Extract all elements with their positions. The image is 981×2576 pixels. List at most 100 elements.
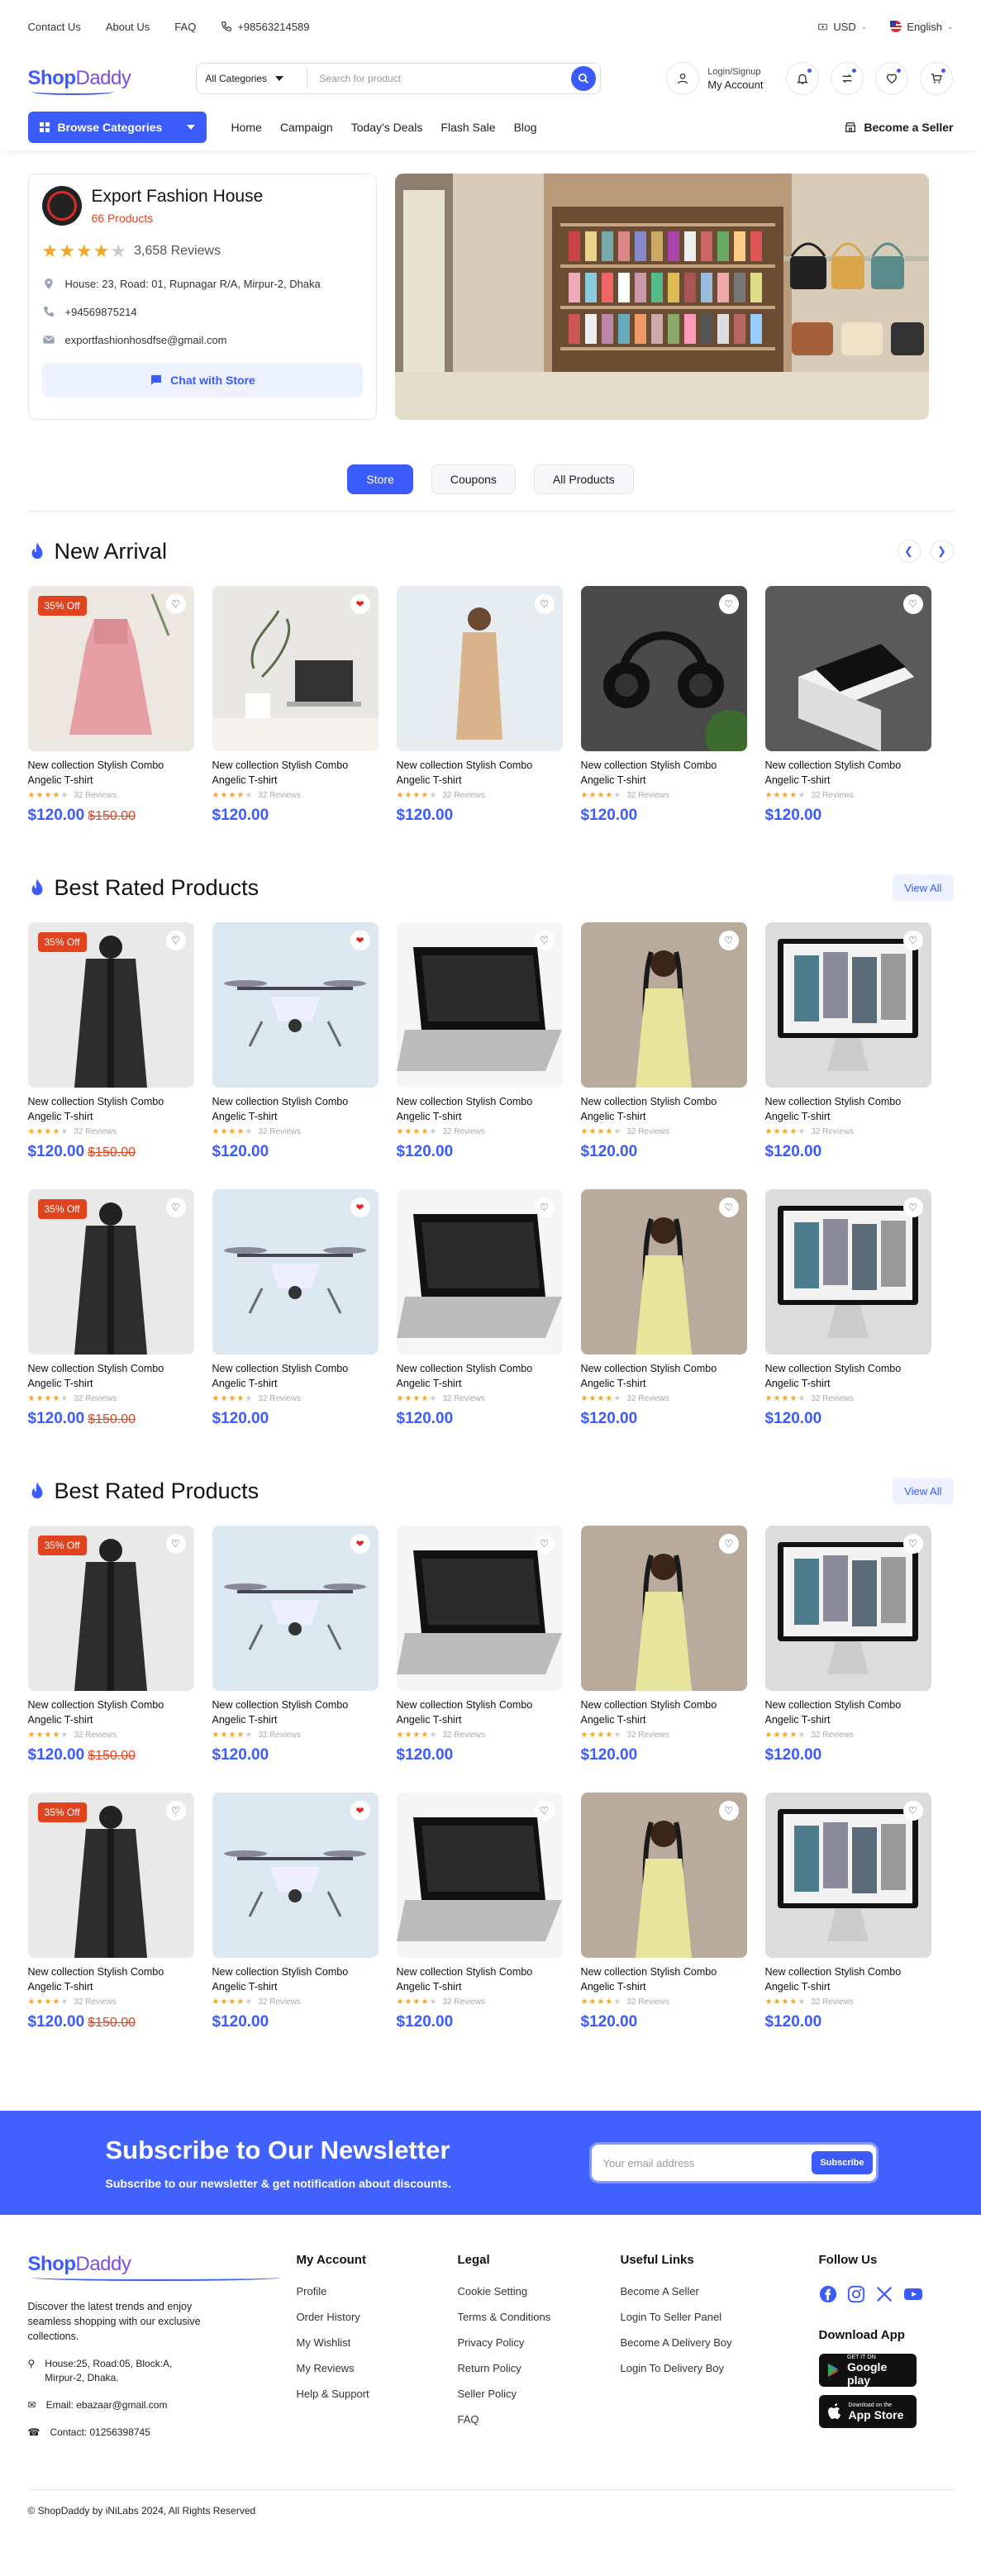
product-name[interactable]: New collection Stylish Combo Angelic T-s… (765, 758, 931, 788)
footer-link[interactable]: Terms & Conditions (458, 2311, 621, 2323)
product-name[interactable]: New collection Stylish Combo Angelic T-s… (397, 1094, 563, 1124)
product-name[interactable]: New collection Stylish Combo Angelic T-s… (581, 1697, 747, 1727)
product-card[interactable]: ♡ New collection Stylish Combo Angelic T-… (396, 1526, 563, 1764)
product-name[interactable]: New collection Stylish Combo Angelic T-s… (397, 758, 563, 788)
footer-link[interactable]: Privacy Policy (458, 2336, 621, 2349)
product-card[interactable]: ♡ New collection Stylish Combo Angelic T-… (764, 1526, 931, 1764)
product-card[interactable]: ♡ New collection Stylish Combo Angelic T-… (396, 922, 563, 1161)
product-name[interactable]: New collection Stylish Combo Angelic T-s… (581, 758, 747, 788)
wishlist-heart-icon[interactable]: ♡ (165, 1198, 186, 1217)
account-menu[interactable]: Login/Signup My Account (666, 62, 763, 95)
product-image[interactable]: 35% Off ♡ (27, 586, 194, 751)
product-image[interactable]: 35% Off ♡ (27, 1793, 194, 1958)
product-image[interactable]: ♡ (396, 1793, 563, 1958)
product-card[interactable]: 35% Off ♡ New collection Stylish Combo Ang… (27, 922, 194, 1161)
product-name[interactable]: New collection Stylish Combo Angelic T-s… (28, 1697, 194, 1727)
product-name[interactable]: New collection Stylish Combo Angelic T-s… (765, 1964, 931, 1994)
product-name[interactable]: New collection Stylish Combo Angelic T-s… (397, 1697, 563, 1727)
subscribe-button[interactable]: Subscribe (812, 2151, 873, 2174)
wishlist-heart-icon[interactable]: ♡ (165, 1534, 186, 1554)
product-card[interactable]: 35% Off ♡ New collection Stylish Combo Ang… (27, 1189, 194, 1428)
faq-link[interactable]: FAQ (174, 21, 196, 33)
wishlist-heart-icon[interactable]: ♡ (902, 594, 923, 614)
product-image[interactable]: ♡ (764, 1793, 931, 1958)
footer-link[interactable]: Order History (297, 2311, 458, 2323)
product-name[interactable]: New collection Stylish Combo Angelic T-s… (28, 1964, 194, 1994)
wishlist-heart-icon[interactable]: ❤ (350, 931, 370, 950)
footer-link[interactable]: Profile (297, 2285, 458, 2297)
tab-store[interactable]: Store (347, 464, 413, 494)
view-all-button[interactable]: View All (893, 874, 954, 901)
product-card[interactable]: ♡ New collection Stylish Combo Angelic T… (580, 586, 747, 825)
wishlist-heart-icon[interactable]: ♡ (718, 1534, 739, 1554)
product-card[interactable]: ♡ New collection Stylish Combo Angelic T-… (764, 1793, 931, 2031)
product-card[interactable]: ❤ New collection Stylish Combo Angelic T… (212, 586, 379, 825)
cart-button[interactable] (920, 62, 954, 95)
product-name[interactable]: New collection Stylish Combo Angelic T-s… (212, 1361, 379, 1391)
product-card[interactable]: ♡ New collection Stylish Combo Angelic T… (764, 586, 931, 825)
product-card[interactable]: ♡ New collection Stylish Combo Angelic T… (396, 586, 563, 825)
product-image[interactable]: ❤ (212, 1526, 379, 1691)
product-name[interactable]: New collection Stylish Combo Angelic T-s… (581, 1361, 747, 1391)
product-image[interactable]: ♡ (396, 922, 563, 1088)
product-card[interactable]: ♡ New collection Stylish Combo Angelic T-… (764, 1189, 931, 1428)
product-card[interactable]: ♡ New collection Stylish Combo Angelic T-… (580, 1793, 747, 2031)
product-image[interactable]: ♡ (580, 922, 747, 1088)
product-name[interactable]: New collection Stylish Combo Angelic T-s… (212, 1964, 379, 1994)
wishlist-heart-icon[interactable]: ♡ (902, 931, 923, 950)
wishlist-heart-icon[interactable]: ♡ (534, 1534, 555, 1554)
google-play-button[interactable]: GET IT ON Google play (818, 2354, 917, 2387)
wishlist-heart-icon[interactable]: ♡ (902, 1534, 923, 1554)
product-image[interactable]: ❤ (212, 1189, 379, 1355)
product-image[interactable]: ♡ (580, 1793, 747, 1958)
product-card[interactable]: ♡ New collection Stylish Combo Angelic T-… (396, 1189, 563, 1428)
wishlist-heart-icon[interactable]: ❤ (350, 1534, 370, 1554)
product-name[interactable]: New collection Stylish Combo Angelic T-s… (212, 1697, 379, 1727)
product-name[interactable]: New collection Stylish Combo Angelic T-s… (28, 758, 194, 788)
wishlist-heart-icon[interactable]: ❤ (350, 594, 370, 614)
product-image[interactable]: 35% Off ♡ (27, 1189, 194, 1355)
wishlist-heart-icon[interactable]: ♡ (718, 1198, 739, 1217)
wishlist-heart-icon[interactable]: ♡ (902, 1198, 923, 1217)
notification-button[interactable] (786, 62, 820, 95)
footer-link[interactable]: Login To Seller Panel (621, 2311, 819, 2323)
product-image[interactable]: ♡ (764, 586, 931, 751)
footer-link[interactable]: Return Policy (458, 2362, 621, 2374)
product-image[interactable]: ♡ (396, 1526, 563, 1691)
search-input[interactable]: Search for product (307, 73, 571, 84)
product-card[interactable]: ❤ New collection Stylish Combo Angelic T-… (212, 1189, 379, 1428)
product-image[interactable]: ♡ (580, 586, 747, 751)
product-image[interactable]: 35% Off ♡ (27, 1526, 194, 1691)
product-image[interactable]: 35% Off ♡ (27, 922, 194, 1088)
tab-coupons[interactable]: Coupons (431, 464, 516, 494)
app-store-button[interactable]: Download on the App Store (818, 2395, 917, 2428)
view-all-button[interactable]: View All (893, 1478, 954, 1504)
product-name[interactable]: New collection Stylish Combo Angelic T-s… (397, 1361, 563, 1391)
wishlist-heart-icon[interactable]: ♡ (718, 931, 739, 950)
about-link[interactable]: About Us (106, 21, 150, 33)
product-name[interactable]: New collection Stylish Combo Angelic T-s… (212, 758, 379, 788)
category-select[interactable]: All Categories (205, 69, 308, 88)
wishlist-heart-icon[interactable]: ♡ (534, 931, 555, 950)
product-card[interactable]: ♡ New collection Stylish Combo Angelic T-… (580, 1526, 747, 1764)
facebook-icon[interactable] (819, 2285, 837, 2303)
footer-link[interactable]: FAQ (458, 2413, 621, 2426)
language-select[interactable]: English ⌄ (890, 21, 954, 33)
wishlist-heart-icon[interactable]: ❤ (350, 1801, 370, 1821)
product-card[interactable]: 35% Off ♡ New collection Stylish Combo A… (27, 586, 194, 825)
browse-categories-button[interactable]: Browse Categories (27, 112, 207, 143)
login-link[interactable]: Login/Signup (707, 67, 763, 77)
wishlist-heart-icon[interactable]: ♡ (718, 1801, 739, 1821)
footer-link[interactable]: Seller Policy (458, 2388, 621, 2400)
product-name[interactable]: New collection Stylish Combo Angelic T-s… (28, 1094, 194, 1124)
chat-with-store-button[interactable]: Chat with Store (41, 363, 363, 398)
product-card[interactable]: 35% Off ♡ New collection Stylish Combo Ang… (27, 1526, 194, 1764)
next-arrow-button[interactable]: ❯ (930, 540, 954, 563)
wishlist-heart-icon[interactable]: ♡ (534, 1198, 555, 1217)
product-name[interactable]: New collection Stylish Combo Angelic T-s… (397, 1964, 563, 1994)
footer-link[interactable]: Become A Delivery Boy (621, 2336, 819, 2349)
product-image[interactable]: ♡ (764, 1189, 931, 1355)
product-image[interactable]: ♡ (580, 1526, 747, 1691)
product-card[interactable]: ❤ New collection Stylish Combo Angelic T-… (212, 922, 379, 1161)
wishlist-heart-icon[interactable]: ♡ (165, 594, 186, 614)
